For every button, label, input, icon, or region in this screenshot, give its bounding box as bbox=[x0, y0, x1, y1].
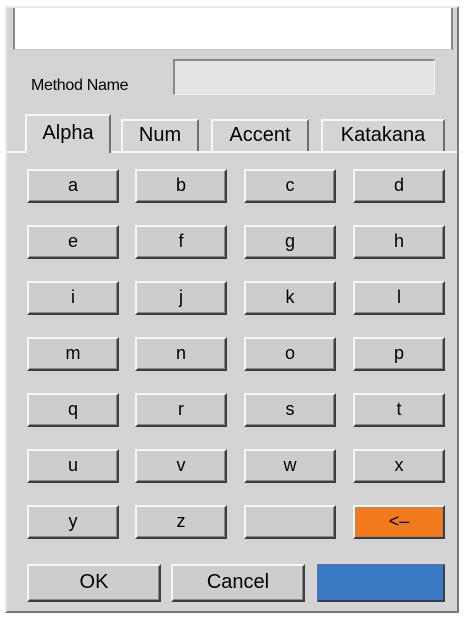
backspace-key[interactable]: <– bbox=[353, 505, 445, 539]
key-i[interactable]: i bbox=[27, 281, 119, 315]
key-c[interactable]: c bbox=[244, 169, 336, 203]
key-b[interactable]: b bbox=[135, 169, 227, 203]
ok-button[interactable]: OK bbox=[27, 564, 161, 602]
tab-alpha[interactable]: Alpha bbox=[25, 114, 111, 153]
key-q[interactable]: q bbox=[27, 393, 119, 427]
key-k[interactable]: k bbox=[244, 281, 336, 315]
key-a[interactable]: a bbox=[27, 169, 119, 203]
keyboard-dialog: Method Name Alpha Num Accent Katakana a … bbox=[5, 6, 459, 613]
key-v[interactable]: v bbox=[135, 449, 227, 483]
method-name-label: Method Name bbox=[31, 77, 129, 94]
key-g[interactable]: g bbox=[244, 225, 336, 259]
key-n[interactable]: n bbox=[135, 337, 227, 371]
key-z[interactable]: z bbox=[135, 505, 227, 539]
key-t[interactable]: t bbox=[353, 393, 445, 427]
key-f[interactable]: f bbox=[135, 225, 227, 259]
tab-num[interactable]: Num bbox=[121, 119, 199, 153]
key-m[interactable]: m bbox=[27, 337, 119, 371]
key-o[interactable]: o bbox=[244, 337, 336, 371]
tab-katakana[interactable]: Katakana bbox=[321, 119, 445, 153]
key-h[interactable]: h bbox=[353, 225, 445, 259]
key-l[interactable]: l bbox=[353, 281, 445, 315]
key-s[interactable]: s bbox=[244, 393, 336, 427]
cancel-button[interactable]: Cancel bbox=[171, 564, 305, 602]
key-u[interactable]: u bbox=[27, 449, 119, 483]
blue-button[interactable] bbox=[317, 564, 445, 602]
key-r[interactable]: r bbox=[135, 393, 227, 427]
key-x[interactable]: x bbox=[353, 449, 445, 483]
key-blank[interactable] bbox=[244, 505, 336, 539]
tab-accent[interactable]: Accent bbox=[211, 119, 309, 153]
key-j[interactable]: j bbox=[135, 281, 227, 315]
key-d[interactable]: d bbox=[353, 169, 445, 203]
key-p[interactable]: p bbox=[353, 337, 445, 371]
title-field[interactable] bbox=[13, 8, 453, 50]
key-y[interactable]: y bbox=[27, 505, 119, 539]
method-name-input[interactable] bbox=[173, 59, 435, 95]
key-w[interactable]: w bbox=[244, 449, 336, 483]
key-e[interactable]: e bbox=[27, 225, 119, 259]
